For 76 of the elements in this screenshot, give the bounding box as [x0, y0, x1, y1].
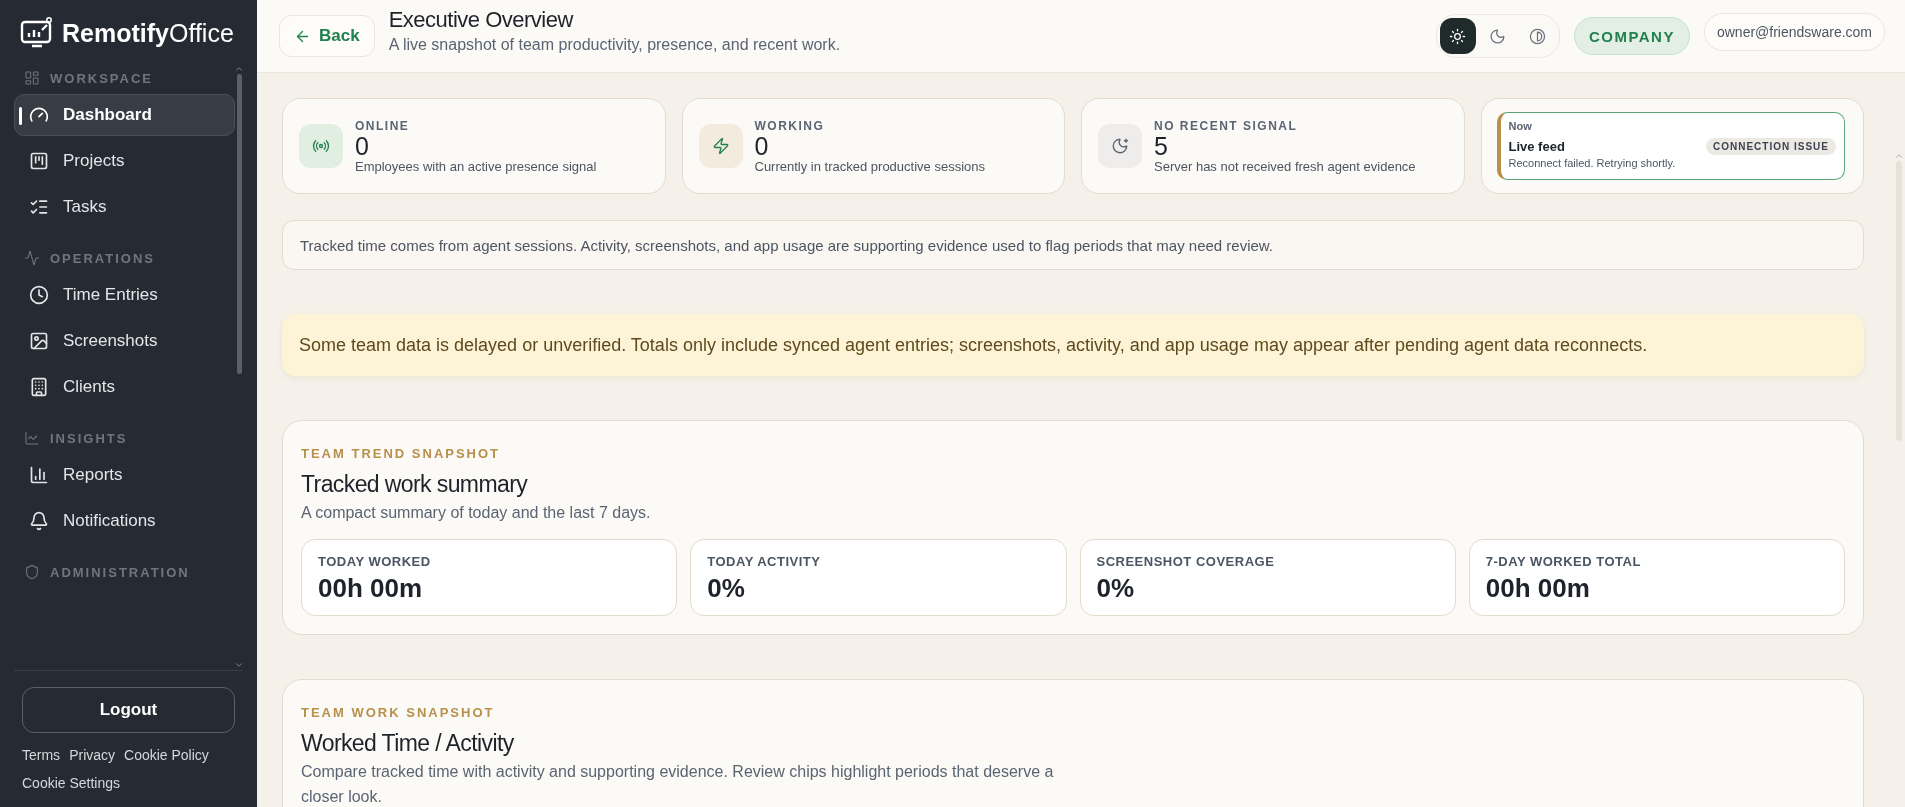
nav-item[interactable]: Notifications: [14, 500, 235, 542]
footer-link[interactable]: Cookie Policy: [124, 747, 209, 763]
lightning-icon: [698, 124, 743, 168]
stat-label: ONLINE: [355, 118, 411, 133]
metric-value: 00h 00m: [1485, 573, 1591, 604]
stat-value: 0: [754, 132, 770, 159]
brand-name: RemotifyOffice: [62, 18, 234, 48]
scroll-up-icon[interactable]: [234, 64, 243, 74]
pulse-icon: [24, 250, 40, 266]
metric-label: SCREENSHOT COVERAGE: [1096, 554, 1276, 569]
warning-banner: Some team data is delayed or unverified. Totals only include synced agent entries; screenshots, activity, and app usage may appear after pending agent data reconnects.: [282, 314, 1864, 376]
clock-icon: [29, 285, 49, 305]
user-email[interactable]: owner@friendsware.com: [1703, 13, 1885, 51]
nav-item[interactable]: Screenshots: [14, 320, 235, 362]
scroll-down-icon[interactable]: [234, 660, 243, 670]
section-title: Tracked work summary: [301, 471, 529, 498]
scroll-up-icon[interactable]: [1894, 151, 1904, 161]
stat-note: Server has not received fresh agent evidence: [1154, 158, 1416, 174]
footer-link[interactable]: Terms: [22, 747, 61, 763]
metric-value: 0%: [707, 573, 746, 604]
section-eyebrow: TEAM TREND SNAPSHOT: [301, 446, 502, 461]
gauge-icon: [29, 105, 49, 125]
sun-icon: [1449, 27, 1467, 45]
section-subtitle: A compact summary of today and the last 7 days.: [301, 503, 652, 523]
section-title: ADMINISTRATION: [50, 564, 190, 580]
moon-icon: [1098, 124, 1142, 168]
stat-label: WORKING: [754, 118, 826, 133]
stat-note: Currently in tracked productive sessions: [754, 158, 985, 174]
nav-item[interactable]: Clients: [14, 366, 235, 408]
list-icon: [29, 197, 49, 217]
bar-chart-icon: [29, 465, 49, 485]
metric-value: 0%: [1096, 573, 1136, 604]
nav-item[interactable]: Dashboard: [14, 94, 235, 136]
nav-item[interactable]: Time Entries: [14, 274, 235, 316]
nav-item[interactable]: Projects: [14, 140, 235, 182]
feed-time: Now: [1508, 120, 1533, 132]
back-button[interactable]: Back: [279, 15, 375, 57]
stat-value: 5: [1154, 132, 1169, 159]
metric-label: TODAY ACTIVITY: [707, 554, 822, 569]
scrollbar-thumb[interactable]: [236, 74, 242, 374]
role-badge: COMPANY: [1573, 17, 1690, 55]
footer-link[interactable]: Cookie Settings: [22, 775, 121, 791]
section-eyebrow: TEAM WORK SNAPSHOT: [301, 705, 496, 720]
footer-link[interactable]: Privacy: [69, 747, 116, 763]
section-subtitle: Compare tracked time with activity and supporting evidence. Review chips highlight periods that deserve a closer look.: [301, 762, 1055, 807]
metric-label: 7-DAY WORKED TOTAL: [1485, 554, 1642, 569]
moon-icon: [1489, 27, 1507, 45]
chart-icon: [24, 430, 40, 446]
feed-title: Live feed: [1508, 139, 1565, 154]
contrast-icon: [1529, 27, 1547, 45]
nav-item[interactable]: Tasks: [14, 186, 235, 228]
shield-icon: [24, 564, 40, 580]
section-title: INSIGHTS: [50, 430, 128, 446]
kanban-icon: [29, 151, 49, 171]
theme-button[interactable]: [1439, 18, 1476, 54]
logout-button[interactable]: Logout: [22, 687, 235, 733]
bell-icon: [29, 511, 49, 531]
monitor-chart-logo-icon: [20, 16, 54, 50]
nav-item[interactable]: Reports: [14, 454, 235, 496]
feed-message: Reconnect failed. Retrying shortly.: [1508, 157, 1677, 169]
building-icon: [29, 377, 49, 397]
stat-value: 0: [355, 132, 370, 159]
page-subtitle: A live snapshot of team productivity, presence, and recent work.: [388, 35, 842, 54]
metric-label: TODAY WORKED: [318, 554, 432, 569]
stat-label: NO RECENT SIGNAL: [1154, 118, 1299, 133]
image-icon: [29, 331, 49, 351]
signal-icon: [299, 124, 343, 168]
status-chip: CONNECTION ISSUE: [1706, 138, 1836, 155]
section-title: WORKSPACE: [50, 70, 153, 86]
stat-note: Employees with an active presence signal: [355, 158, 597, 174]
section-title: OPERATIONS: [50, 250, 155, 266]
metric-value: 00h 00m: [318, 573, 424, 604]
section-title: Worked Time / Activity: [301, 730, 515, 757]
layout-icon: [24, 70, 40, 86]
info-note: Tracked time comes from agent sessions. Activity, screenshots, and app usage are supporting evidence used to flag periods that may need review.: [282, 220, 1864, 270]
page-title: Executive Overview: [388, 6, 575, 33]
